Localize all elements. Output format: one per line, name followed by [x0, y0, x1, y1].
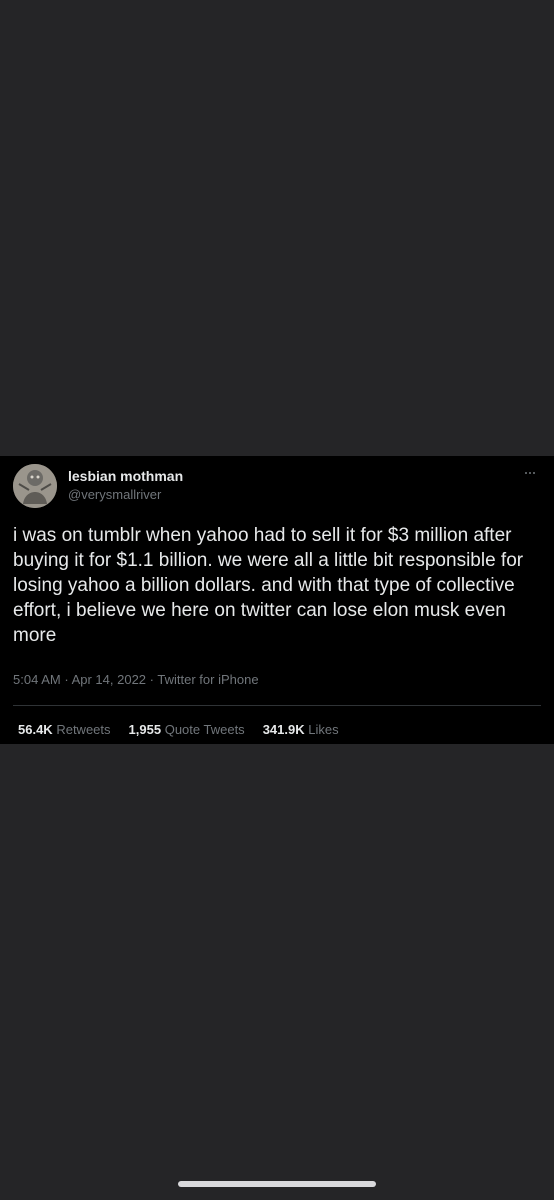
- retweets-stat[interactable]: 56.4K Retweets: [18, 722, 111, 737]
- tweet-text: i was on tumblr when yahoo had to sell i…: [13, 525, 524, 646]
- avatar-image: [13, 464, 57, 508]
- more-icon-dot: [529, 472, 531, 474]
- likes-stat[interactable]: 341.9K Likes: [263, 722, 339, 737]
- quote-tweets-stat[interactable]: 1,955 Quote Tweets: [129, 722, 245, 737]
- tweet-time[interactable]: 5:04 AM: [13, 672, 61, 687]
- quote-tweets-count: 1,955: [128, 722, 162, 737]
- avatar[interactable]: [13, 464, 57, 508]
- separator: ·: [149, 672, 154, 687]
- display-name[interactable]: lesbian mothman: [68, 468, 183, 484]
- likes-count: 341.9K: [262, 722, 305, 737]
- handle[interactable]: @verysmallriver: [68, 487, 161, 502]
- tweet-source[interactable]: Twitter for iPhone: [157, 672, 258, 687]
- retweets-label: Retweets: [56, 722, 111, 737]
- more-icon-dot: [533, 472, 535, 474]
- quote-tweets-label: Quote Tweets: [164, 722, 245, 737]
- likes-label: Likes: [308, 722, 339, 737]
- engagement-stats: 56.4K Retweets 1,955 Quote Tweets 341.9K…: [18, 722, 339, 737]
- home-indicator[interactable]: [178, 1181, 376, 1187]
- screen: { "tweet": { "author": { "display_name":…: [0, 0, 554, 1200]
- retweets-count: 56.4K: [18, 722, 53, 737]
- divider: [13, 705, 541, 706]
- more-options-button[interactable]: [520, 466, 540, 480]
- tweet-date[interactable]: Apr 14, 2022: [72, 672, 146, 687]
- tweet-card[interactable]: lesbian mothman @verysmallriver i was on…: [0, 456, 554, 744]
- separator: ·: [64, 672, 69, 687]
- more-icon-dot: [525, 472, 527, 474]
- timestamp-row: 5:04 AM · Apr 14, 2022 · Twitter for iPh…: [13, 672, 259, 687]
